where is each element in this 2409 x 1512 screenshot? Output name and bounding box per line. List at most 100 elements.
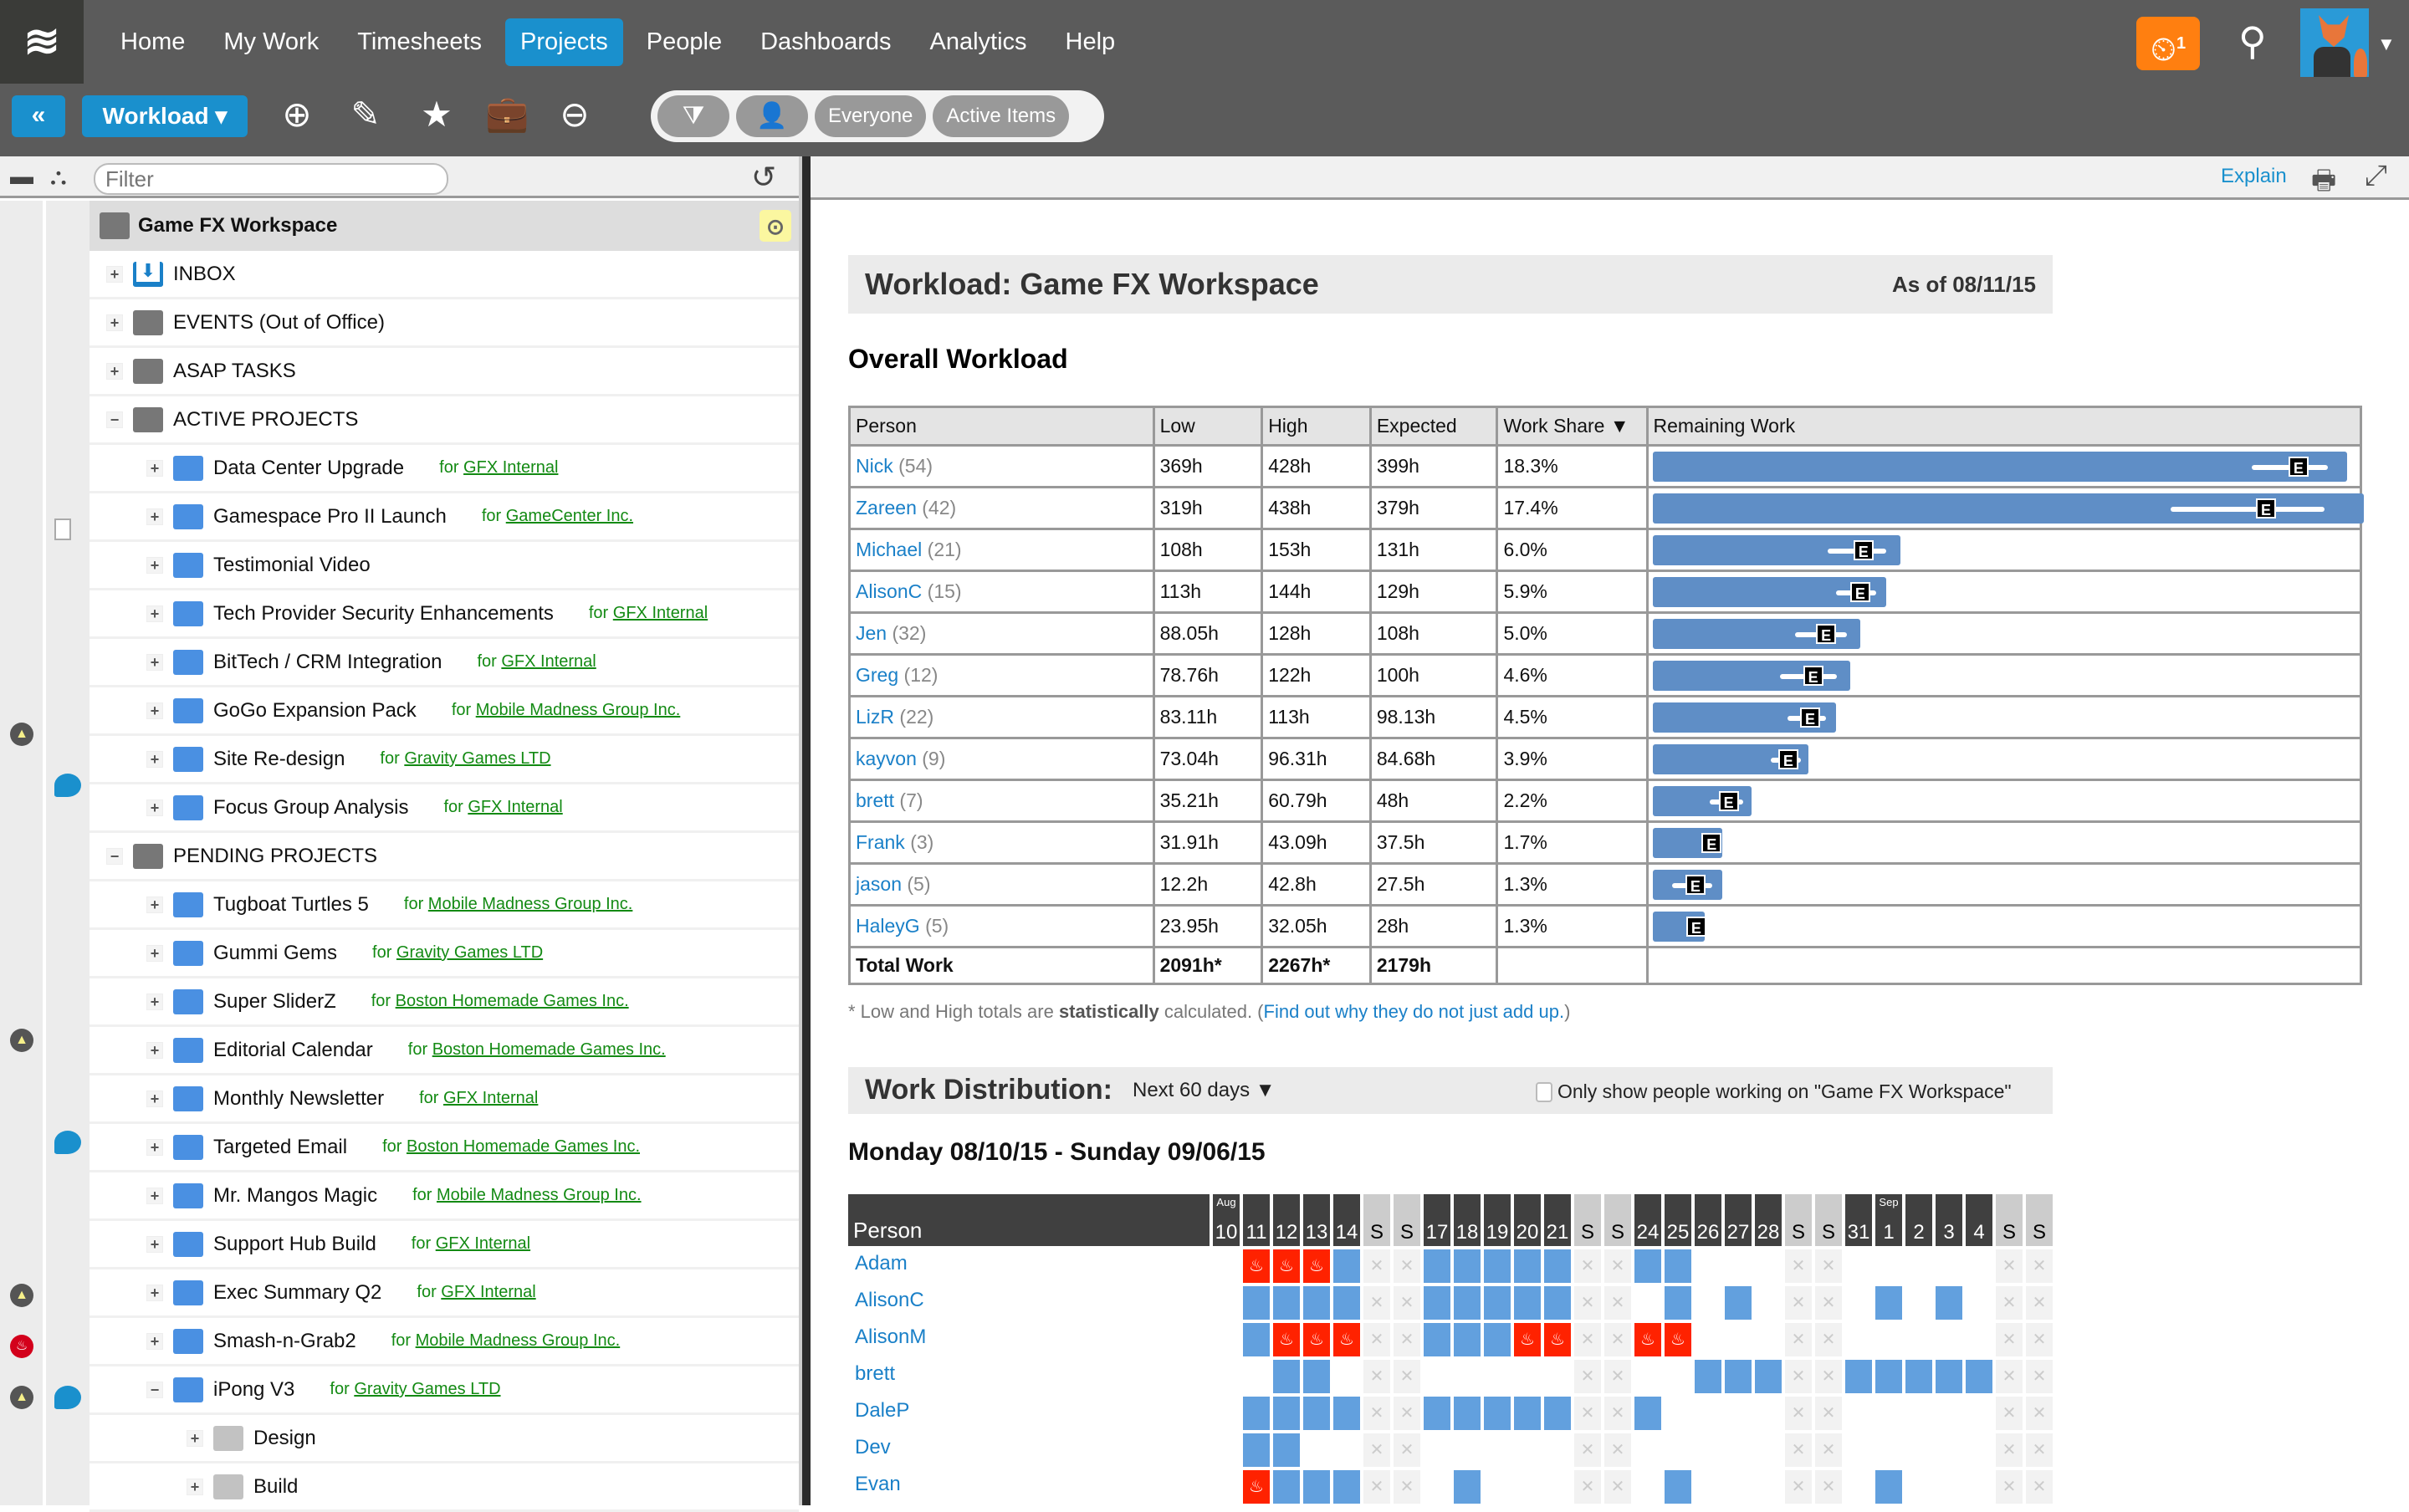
person-link[interactable]: brett [856,789,894,811]
collapse-all-icon[interactable]: ▬ [10,163,33,190]
client-link[interactable]: GFX Internal [436,1234,530,1253]
expand-icon[interactable]: + [146,605,163,622]
tree-item[interactable]: + Gamespace Pro II Launch for GameCenter I… [90,493,799,542]
client-link[interactable]: Mobile Madness Group Inc. [437,1186,642,1204]
scheduled-cell[interactable] [1454,1286,1481,1320]
expand-icon[interactable]: + [146,1041,163,1059]
tree-item[interactable]: + GoGo Expansion Pack for Mobile Madness G… [90,687,799,736]
scheduled-cell[interactable] [1665,1286,1691,1320]
expand-icon[interactable]: + [146,1332,163,1350]
checkbox[interactable] [1536,1081,1552,1102]
expand-icon[interactable]: + [106,362,123,380]
scheduled-cell[interactable] [1303,1286,1330,1320]
overloaded-cell[interactable]: ♨ [1544,1323,1571,1356]
active-items-filter-pill[interactable]: Active Items [933,95,1070,137]
tree-root-workspace[interactable]: Game FX Workspace ⊙ [90,201,799,251]
person-link[interactable]: AlisonC [856,580,922,602]
overloaded-cell[interactable]: ♨ [1333,1323,1360,1356]
tree-item[interactable]: − ACTIVE PROJECTS [90,396,799,445]
expand-icon[interactable]: + [187,1478,203,1495]
scheduled-cell[interactable] [1484,1286,1511,1320]
scheduled-cell[interactable] [1665,1249,1691,1283]
explain-totals-link[interactable]: Find out why they do not just add up. [1264,1001,1565,1022]
scheduled-cell[interactable] [1484,1323,1511,1356]
scheduled-cell[interactable] [1273,1360,1300,1393]
scheduled-cell[interactable] [1273,1397,1300,1430]
edit-pencil-icon[interactable]: ✎ [345,94,386,135]
expand-icon[interactable]: + [106,314,123,331]
view-select-button[interactable]: Workload ▾ [82,95,248,137]
nav-dashboards[interactable]: Dashboards [745,18,906,66]
tree-item[interactable]: + Editorial Calendar for Boston Homemade G… [90,1027,799,1075]
person-link[interactable]: Greg [856,664,898,686]
tree-item[interactable]: + Monthly Newsletter for GFX Internal [90,1075,799,1124]
scheduled-cell[interactable] [1695,1360,1721,1393]
client-link[interactable]: Mobile Madness Group Inc. [416,1331,621,1350]
user-avatar[interactable] [2300,8,2369,77]
tree-item[interactable]: − iPong V3 for Gravity Games LTD [90,1366,799,1415]
expand-icon[interactable]: + [146,1138,163,1156]
overloaded-cell[interactable]: ♨ [1514,1323,1541,1356]
scheduled-cell[interactable] [1424,1397,1450,1430]
warning-icon[interactable]: ▲ [10,1386,33,1409]
client-link[interactable]: Gravity Games LTD [396,943,543,962]
client-link[interactable]: Boston Homemade Games Inc. [407,1137,640,1156]
overloaded-cell[interactable]: ♨ [1634,1323,1661,1356]
scheduled-cell[interactable] [1875,1470,1902,1504]
app-logo[interactable]: ≋ [0,0,84,84]
client-link[interactable]: Mobile Madness Group Inc. [476,701,681,719]
fire-icon[interactable]: ♨ [10,1335,33,1358]
scheduled-cell[interactable] [1333,1249,1360,1283]
scheduled-cell[interactable] [1514,1397,1541,1430]
scheduled-cell[interactable] [1454,1397,1481,1430]
person-link[interactable]: brett [848,1360,1210,1393]
scheduled-cell[interactable] [1454,1249,1481,1283]
nav-home[interactable]: Home [105,18,200,66]
range-dropdown[interactable]: Next 60 days ▼ [1133,1079,1276,1102]
comment-document-icon[interactable] [54,774,81,797]
scheduled-cell[interactable] [1665,1470,1691,1504]
overloaded-cell[interactable]: ♨ [1665,1323,1691,1356]
tree-item[interactable]: + Super SliderZ for Boston Homemade Games … [90,978,799,1027]
tree-item[interactable]: + Tech Provider Security Enhancements for … [90,590,799,639]
overloaded-cell[interactable]: ♨ [1273,1249,1300,1283]
tree-item[interactable]: + Data Center Upgrade for GFX Internal [90,445,799,493]
remove-icon[interactable]: ⊖ [554,94,596,135]
client-link[interactable]: GFX Internal [501,652,596,671]
tree-item[interactable]: + Mr. Mangos Magic for Mobile Madness Grou… [90,1172,799,1221]
timer-button[interactable]: ⏲1 [2136,17,2200,70]
expand-icon[interactable]: + [146,993,163,1010]
nav-analytics[interactable]: Analytics [914,18,1041,66]
tree-item[interactable]: − PENDING PROJECTS [90,833,799,881]
user-menu-caret-icon[interactable]: ▼ [2377,33,2396,55]
client-link[interactable]: GFX Internal [441,1283,535,1301]
collapse-icon[interactable]: − [106,847,123,865]
scheduled-cell[interactable] [1454,1323,1481,1356]
expand-icon[interactable]: + [187,1429,203,1447]
person-link[interactable]: LizR [856,706,894,728]
scheduled-cell[interactable] [1936,1360,1962,1393]
client-link[interactable]: Mobile Madness Group Inc. [428,895,633,913]
scheduled-cell[interactable] [1875,1360,1902,1393]
overloaded-cell[interactable]: ♨ [1243,1249,1270,1283]
scheduled-cell[interactable] [1303,1470,1330,1504]
person-link[interactable]: Nick [856,455,893,477]
person-link[interactable]: Evan [848,1470,1210,1504]
scheduled-cell[interactable] [1303,1397,1330,1430]
expand-icon[interactable]: + [146,799,163,816]
nav-projects[interactable]: Projects [505,18,623,66]
scheduled-cell[interactable] [1424,1249,1450,1283]
tree-item[interactable]: + ⬇ INBOX [90,251,799,299]
client-link[interactable]: Boston Homemade Games Inc. [396,992,629,1010]
refresh-icon[interactable]: ↺ [751,160,776,195]
tree-item[interactable]: + ASAP TASKS [90,348,799,396]
client-link[interactable]: GFX Internal [463,458,558,477]
scheduled-cell[interactable] [1333,1397,1360,1430]
warning-icon[interactable]: ▲ [10,1029,33,1052]
person-link[interactable]: Zareen [856,497,917,518]
overloaded-cell[interactable]: ♨ [1303,1249,1330,1283]
scheduled-cell[interactable] [1333,1286,1360,1320]
expand-icon[interactable]: + [146,896,163,913]
expand-icon[interactable]: + [146,459,163,477]
expand-icon[interactable]: + [146,1090,163,1107]
